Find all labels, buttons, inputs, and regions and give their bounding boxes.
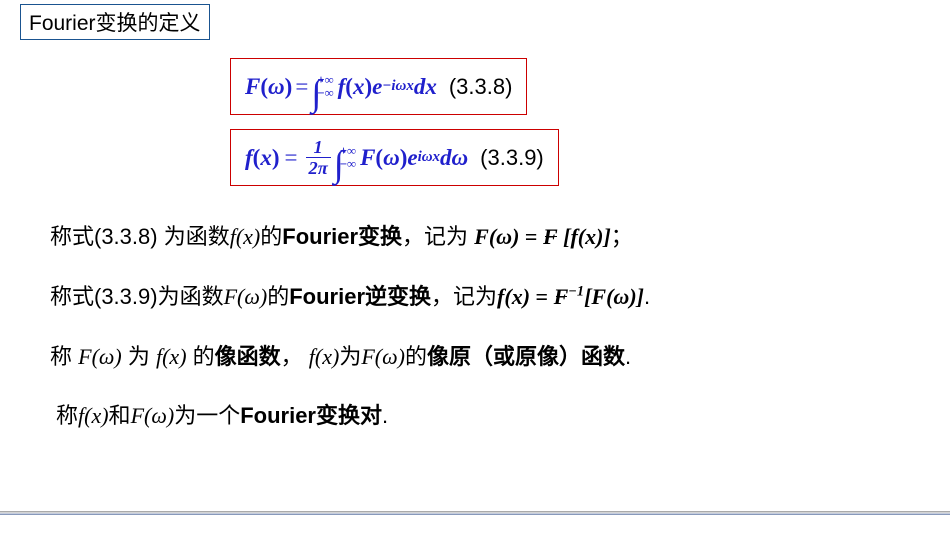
title-text: Fourier变换的定义 <box>29 12 201 35</box>
eq1-number: (3.3.8) <box>449 74 513 100</box>
line-4: 称f(x)和F(ω)为一个Fourier变换对. <box>56 395 900 437</box>
line-2: 称式(3.3.9)为函数F(ω)的Fourier逆变换，记为f(x) = F−1… <box>50 276 900 318</box>
script-f-inverse-icon: F <box>554 276 569 318</box>
body-text: 称式(3.3.8) 为函数f(x)的Fourier变换，记为 F(ω) = F … <box>50 216 900 437</box>
footer-divider <box>0 511 950 515</box>
line-1: 称式(3.3.8) 为函数f(x)的Fourier变换，记为 F(ω) = F … <box>50 216 900 258</box>
formula-row-1: F(ω) = ∫+∞−∞ f(x)e−iωxdx (3.3.8) <box>230 58 950 115</box>
script-f-icon: F <box>543 216 558 258</box>
eq2-number: (3.3.9) <box>480 145 544 171</box>
formula-338: F(ω) = ∫+∞−∞ f(x)e−iωxdx (3.3.8) <box>230 58 527 115</box>
formula-row-2: f(x) = 12π ∫+∞−∞ F(ω)eiωxdω (3.3.9) <box>230 129 950 186</box>
line-3: 称 F(ω) 为 f(x) 的像函数， f(x)为F(ω)的像原（或原像）函数. <box>50 336 900 378</box>
title-box: Fourier变换的定义 <box>20 4 210 40</box>
formula-339: f(x) = 12π ∫+∞−∞ F(ω)eiωxdω (3.3.9) <box>230 129 559 186</box>
formula-block: F(ω) = ∫+∞−∞ f(x)e−iωxdx (3.3.8) f(x) = … <box>0 58 950 186</box>
